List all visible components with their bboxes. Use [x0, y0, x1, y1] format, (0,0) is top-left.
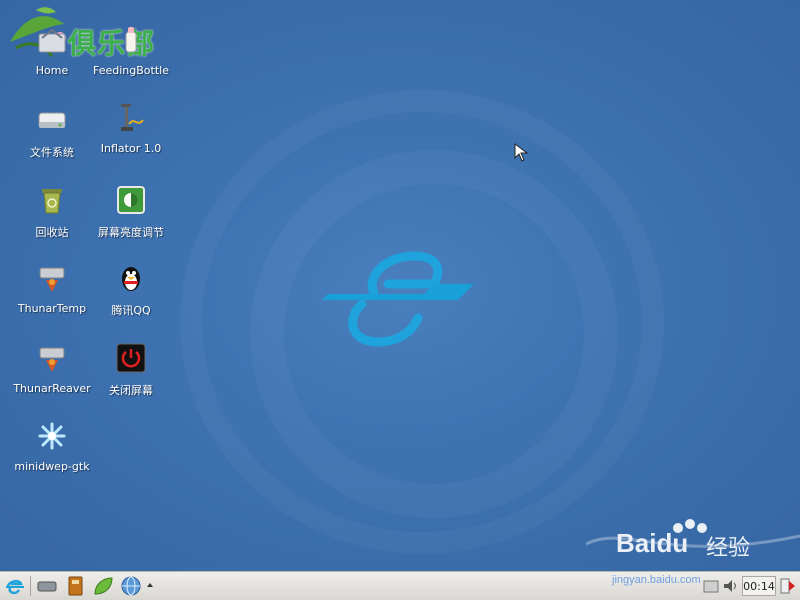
minidwep-icon	[38, 422, 66, 450]
desktop-icon-thunartemp[interactable]: ThunarTemp	[12, 262, 92, 334]
leaf-icon[interactable]	[92, 575, 114, 597]
desktop-logo-icon	[322, 251, 474, 347]
volume-icon[interactable]	[722, 575, 740, 597]
tray-keyboard-icon[interactable]	[702, 575, 720, 597]
baidu-watermark: Baidu 经验	[586, 514, 800, 571]
taskbar-clock[interactable]: 00:14	[742, 576, 776, 596]
thunar-drive-icon	[39, 267, 65, 292]
drive-icon[interactable]	[36, 575, 58, 597]
browser-globe-icon[interactable]	[120, 575, 142, 597]
desktop-icon-brightness[interactable]: 屏幕亮度调节	[91, 184, 171, 256]
baidu-watermark-text: Baidu	[616, 528, 689, 558]
desktop-icon-trash[interactable]: 回收站	[12, 184, 92, 256]
desktop-icon-feedingbottle[interactable]: FeedingBottle	[91, 24, 171, 96]
brightness-icon	[117, 186, 145, 214]
desktop-icon-label: minidwep-gtk	[14, 460, 90, 473]
mouse-cursor-icon	[514, 143, 529, 162]
notebook-icon[interactable]	[64, 575, 86, 597]
start-menu-icon[interactable]	[4, 575, 26, 597]
home-folder-icon	[38, 28, 66, 53]
desktop-icon-screen-off[interactable]: 关闭屏幕	[91, 342, 171, 414]
inflator-pump-icon	[121, 104, 144, 131]
power-icon	[116, 343, 146, 373]
watermark-url-text: jingyan.baidu.com	[612, 574, 701, 586]
desktop-icon-minidwep[interactable]: minidwep-gtk	[12, 420, 92, 492]
logout-icon[interactable]	[779, 575, 797, 597]
desktop-icon-inflator[interactable]: Inflator 1.0	[91, 102, 171, 174]
taskbar-separator	[30, 576, 31, 596]
taskbar: jingyan.baidu.com 00:14	[0, 571, 800, 600]
desktop-icon-home[interactable]: Home	[12, 24, 92, 96]
desktop-icon-label: FeedingBottle	[93, 64, 169, 77]
feedingbottle-app-icon	[125, 27, 137, 53]
trash-icon	[42, 189, 62, 214]
desktop-icon-label: 腾讯QQ	[111, 304, 151, 317]
thunar-drive-icon	[39, 347, 65, 372]
desktop-icon-label: 屏幕亮度调节	[98, 226, 164, 239]
desktop-icon-label: Inflator 1.0	[100, 142, 162, 155]
desktop-icon-label: 关闭屏幕	[109, 384, 153, 397]
desktop-icon-thunarreaver[interactable]: ThunarReaver	[12, 342, 92, 414]
qq-penguin-icon	[122, 267, 140, 291]
harddisk-icon	[38, 112, 66, 128]
jingyan-watermark-text: 经验	[706, 536, 751, 561]
launcher-expand-arrow-icon[interactable]	[146, 575, 154, 597]
desktop-icon-qq[interactable]: 腾讯QQ	[91, 262, 171, 334]
desktop-icon-filesystem[interactable]: 文件系统	[12, 104, 92, 176]
desktop: 俱乐部 Home FeedingBottle 文件系统 Inflator 1.0…	[0, 0, 800, 571]
